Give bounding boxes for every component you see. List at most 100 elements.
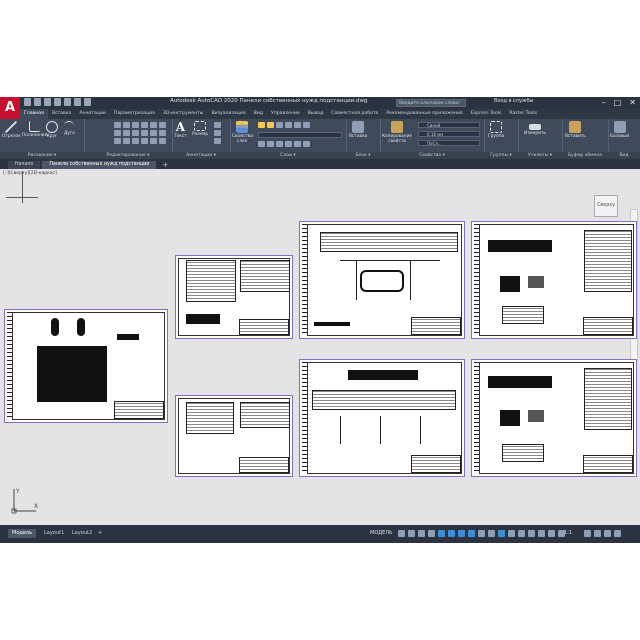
tab-insert[interactable]: Вставка [48,109,75,119]
viewcube[interactable]: Сверху [594,195,618,217]
open-icon[interactable] [34,98,41,106]
layer-thaw-icon[interactable] [267,141,274,147]
modify-panel-title[interactable]: Редактирование ▾ [84,152,172,159]
move-icon[interactable] [114,122,121,128]
offset-icon[interactable] [159,130,166,136]
leader-icon[interactable] [214,122,221,128]
minimize-icon[interactable]: – [602,97,606,108]
tab-visualize[interactable]: Визуализация [207,109,249,119]
color-dropdown[interactable]: Синий [418,122,480,128]
scale-icon[interactable] [141,130,148,136]
otrack-icon[interactable] [448,530,455,537]
draw-panel-title[interactable]: Рисование ▾ [0,152,84,159]
rotate-icon[interactable] [123,122,130,128]
drawing-area[interactable]: [–][Сверху][2D-каркас] Сверху Y X [0,169,640,525]
graphics-performance-icon[interactable] [604,530,611,537]
tab-view[interactable]: Вид [250,109,267,119]
align-icon[interactable] [150,138,157,144]
copy-icon[interactable] [150,122,157,128]
model-space-toggle[interactable]: МОДЕЛЬ [370,529,393,538]
maximize-icon[interactable]: □ [614,97,622,108]
erase-icon[interactable] [141,122,148,128]
join-icon[interactable] [132,138,139,144]
tab-raster-tools[interactable]: Raster Tools [505,109,541,119]
close-icon[interactable]: ✕ [629,97,636,108]
layer-current-icon[interactable] [294,141,301,147]
lengthen-icon[interactable] [141,138,148,144]
annotation-scale-icon[interactable] [498,530,505,537]
saveas-icon[interactable] [54,98,61,106]
linetype-dropdown[interactable]: ПоСл... [418,140,480,146]
tab-3d-tools[interactable]: 3D-инструменты [159,109,208,119]
grid-icon[interactable] [398,530,405,537]
layer-walk-icon[interactable] [285,141,292,147]
paste-tool[interactable]: Вставить [565,121,586,139]
isolate-icon[interactable] [538,530,545,537]
auto-scale-icon[interactable] [508,530,515,537]
ortho-icon[interactable] [418,530,425,537]
line-tool[interactable]: Отрезок [2,121,21,139]
units-icon[interactable] [518,530,525,537]
tab-layout1[interactable]: Layout1 [40,529,68,538]
layer-match-icon[interactable] [294,122,301,128]
layer-on-icon[interactable] [258,122,265,128]
undo-icon[interactable] [74,98,81,106]
layer-off-icon[interactable] [258,141,265,147]
tab-model[interactable]: Модель [8,529,37,538]
annotation-visibility-icon[interactable] [488,530,495,537]
annotation-scale[interactable]: 1:1 [564,529,572,538]
tab-layout2[interactable]: Layout2 [68,529,96,538]
trim-icon[interactable] [132,122,139,128]
tab-drawing[interactable]: Панели собственных нужд подстанции [42,161,157,169]
polyline-tool[interactable]: Полилиния [22,121,47,138]
base-view-tool[interactable]: Базовый [610,121,629,139]
table-icon[interactable] [214,130,221,136]
layer-unlock-icon[interactable] [276,141,283,147]
annotation-panel-title[interactable]: Аннотации ▾ [172,152,230,159]
layer-freeze-icon[interactable] [267,122,274,128]
transparency-icon[interactable] [468,530,475,537]
break-icon[interactable] [123,138,130,144]
redo-icon[interactable] [84,98,91,106]
text-tool[interactable]: A Текст [174,121,187,139]
layer-properties-tool[interactable]: Свойства слоя [232,121,253,144]
customize-icon[interactable] [614,530,621,537]
match-properties-tool[interactable]: Копирование свойств [382,121,412,144]
fillet-icon[interactable] [114,130,121,136]
add-layout-button[interactable]: + [94,529,106,538]
extend-icon[interactable] [159,138,166,144]
tab-parametric[interactable]: Параметризация [110,109,159,119]
group-tool[interactable]: Группа [488,121,504,139]
tab-collaborate[interactable]: Совместная работа [327,109,382,119]
layer-lock-icon[interactable] [276,122,283,128]
groups-panel-title[interactable]: Группы ▾ [484,152,518,159]
layer-iso-icon[interactable] [285,122,292,128]
print-icon[interactable] [64,98,71,106]
hardware-acceleration-icon[interactable] [548,530,555,537]
layer-prev-icon[interactable] [303,122,310,128]
signin-button[interactable]: Вход в службы [494,98,533,104]
osnap-icon[interactable] [438,530,445,537]
block-panel-title[interactable]: Блок ▾ [346,152,380,159]
circle-tool[interactable]: Круг [46,121,58,139]
lineweight-dropdown[interactable]: 0,18 мм [418,131,480,137]
array-icon[interactable] [150,130,157,136]
dimension-tool[interactable]: Размер [192,121,208,137]
stretch-icon[interactable] [132,130,139,136]
tab-express-tools[interactable]: Express Tools [467,109,506,119]
layer-dropdown[interactable] [258,132,342,138]
properties-panel-title[interactable]: Свойства ▾ [380,152,484,159]
layer-state-icon[interactable] [303,141,310,147]
clipboard-panel-title[interactable]: Буфер обмена [562,152,608,159]
tab-output[interactable]: Вывод [304,109,327,119]
quick-properties-icon[interactable] [528,530,535,537]
polar-icon[interactable] [428,530,435,537]
annotation-monitor-icon[interactable] [594,530,601,537]
selection-cycling-icon[interactable] [478,530,485,537]
utilities-panel-title[interactable]: Утилиты ▾ [518,152,562,159]
mirror-icon[interactable] [159,122,166,128]
view-panel-title[interactable]: Вид [608,152,640,159]
tab-annotate[interactable]: Аннотации [75,109,110,119]
save-icon[interactable] [44,98,51,106]
autocad-logo-button[interactable]: A [0,97,20,119]
